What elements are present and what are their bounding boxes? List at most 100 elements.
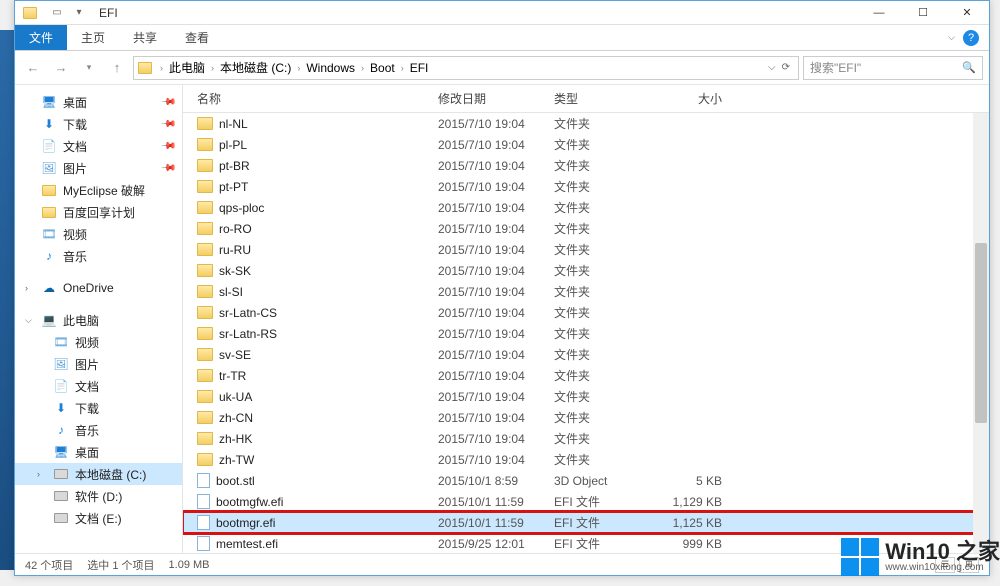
folder-icon: [197, 327, 213, 340]
col-date[interactable]: 修改日期: [438, 90, 554, 107]
crumb-windows[interactable]: Windows: [304, 61, 357, 75]
crumb-c[interactable]: 本地磁盘 (C:): [218, 59, 293, 76]
sidebar-pc-item[interactable]: 软件 (D:): [15, 485, 182, 507]
file-name: sl-SI: [219, 285, 243, 299]
ribbon-tab-home[interactable]: 主页: [67, 25, 119, 50]
view-large-button[interactable]: ⊞: [959, 557, 979, 573]
file-row[interactable]: sl-SI 2015/7/10 19:04 文件夹: [183, 281, 989, 302]
file-row[interactable]: qps-ploc 2015/7/10 19:04 文件夹: [183, 197, 989, 218]
file-row[interactable]: uk-UA 2015/7/10 19:04 文件夹: [183, 386, 989, 407]
sidebar-pc-item[interactable]: 📄文档: [15, 375, 182, 397]
sidebar-pc-item[interactable]: 🎞视频: [15, 331, 182, 353]
file-row[interactable]: ro-RO 2015/7/10 19:04 文件夹: [183, 218, 989, 239]
video-icon: 🎞: [53, 335, 69, 349]
file-icon: [197, 536, 210, 551]
nav-recent-button[interactable]: ▾: [77, 56, 101, 80]
file-name: zh-TW: [219, 453, 254, 467]
address-bar[interactable]: › 此电脑› 本地磁盘 (C:)› Windows› Boot› EFI ⌵ ⟳: [133, 56, 799, 80]
sidebar-quick-item[interactable]: ⬇下载📌: [15, 113, 182, 135]
help-icon[interactable]: ?: [963, 30, 979, 46]
file-type: 文件夹: [554, 178, 662, 195]
file-row[interactable]: boot.stl 2015/10/1 8:59 3D Object 5 KB: [183, 470, 989, 491]
refresh-icon[interactable]: ⟳: [782, 62, 790, 73]
file-row[interactable]: sk-SK 2015/7/10 19:04 文件夹: [183, 260, 989, 281]
col-name[interactable]: 名称: [183, 90, 438, 107]
nav-forward-button[interactable]: →: [49, 56, 73, 80]
file-date: 2015/7/10 19:04: [438, 243, 554, 257]
view-details-button[interactable]: ☰: [935, 557, 955, 573]
sidebar-quick-item[interactable]: 🖼图片📌: [15, 157, 182, 179]
sidebar-quick-item[interactable]: 百度回享计划: [15, 201, 182, 223]
file-row[interactable]: bootmgfw.efi 2015/10/1 11:59 EFI 文件 1,12…: [183, 491, 989, 512]
file-row[interactable]: nl-NL 2015/7/10 19:04 文件夹: [183, 113, 989, 134]
file-row[interactable]: bootmgr.efi 2015/10/1 11:59 EFI 文件 1,125…: [183, 512, 989, 533]
file-type: 文件夹: [554, 346, 662, 363]
status-size: 1.09 MB: [169, 559, 210, 571]
crumb-boot[interactable]: Boot: [368, 61, 397, 75]
file-date: 2015/7/10 19:04: [438, 180, 554, 194]
col-size[interactable]: 大小: [662, 90, 732, 107]
folder-icon: [197, 369, 213, 382]
file-size: 999 KB: [662, 537, 732, 551]
sidebar-quick-item[interactable]: 📄文档📌: [15, 135, 182, 157]
file-row[interactable]: sr-Latn-RS 2015/7/10 19:04 文件夹: [183, 323, 989, 344]
file-size: 1,129 KB: [662, 495, 732, 509]
file-name: nl-NL: [219, 117, 248, 131]
file-icon: [197, 473, 210, 488]
status-selected: 选中 1 个项目: [87, 557, 154, 573]
ribbon-tab-file[interactable]: 文件: [15, 25, 67, 50]
sidebar-pc-item[interactable]: 文档 (E:): [15, 507, 182, 529]
col-type[interactable]: 类型: [554, 90, 662, 107]
file-row[interactable]: ru-RU 2015/7/10 19:04 文件夹: [183, 239, 989, 260]
nav-up-button[interactable]: ↑: [105, 56, 129, 80]
sidebar-quick-item[interactable]: MyEclipse 破解: [15, 179, 182, 201]
folder-icon: [197, 243, 213, 256]
file-date: 2015/7/10 19:04: [438, 432, 554, 446]
file-type: 文件夹: [554, 388, 662, 405]
pin-icon: 📌: [159, 160, 176, 177]
folder-icon: [197, 117, 213, 130]
file-row[interactable]: sv-SE 2015/7/10 19:04 文件夹: [183, 344, 989, 365]
ribbon-tab-view[interactable]: 查看: [171, 25, 223, 50]
sidebar-quick-item[interactable]: 🖥桌面📌: [15, 91, 182, 113]
file-row[interactable]: pl-PL 2015/7/10 19:04 文件夹: [183, 134, 989, 155]
file-row[interactable]: memtest.efi 2015/9/25 12:01 EFI 文件 999 K…: [183, 533, 989, 553]
address-icon: [138, 62, 152, 74]
file-row[interactable]: pt-BR 2015/7/10 19:04 文件夹: [183, 155, 989, 176]
close-button[interactable]: ✕: [945, 1, 989, 25]
qat-newfolder-icon[interactable]: ▾: [69, 3, 89, 23]
file-row[interactable]: tr-TR 2015/7/10 19:04 文件夹: [183, 365, 989, 386]
nav-back-button[interactable]: ←: [21, 56, 45, 80]
crumb-efi[interactable]: EFI: [408, 61, 431, 75]
file-icon: [197, 515, 210, 530]
address-dropdown-icon[interactable]: ⌵: [768, 62, 776, 73]
sidebar-pc-item[interactable]: ›本地磁盘 (C:): [15, 463, 182, 485]
file-row[interactable]: sr-Latn-CS 2015/7/10 19:04 文件夹: [183, 302, 989, 323]
file-date: 2015/7/10 19:04: [438, 390, 554, 404]
sidebar-onedrive[interactable]: ›☁OneDrive: [15, 277, 182, 299]
file-row[interactable]: zh-CN 2015/7/10 19:04 文件夹: [183, 407, 989, 428]
maximize-button[interactable]: ☐: [901, 1, 945, 25]
file-row[interactable]: zh-TW 2015/7/10 19:04 文件夹: [183, 449, 989, 470]
folder-icon: [197, 348, 213, 361]
music-icon: ♪: [41, 249, 57, 263]
doc-icon: 📄: [41, 139, 57, 153]
sidebar-pc-item[interactable]: 🖥桌面: [15, 441, 182, 463]
crumb-pc[interactable]: 此电脑: [167, 59, 207, 76]
sidebar-pc-item[interactable]: ♪音乐: [15, 419, 182, 441]
search-input[interactable]: 搜索"EFI" 🔍: [803, 56, 983, 80]
ribbon-tab-share[interactable]: 共享: [119, 25, 171, 50]
ribbon-expand-icon[interactable]: ⌵: [948, 32, 955, 43]
sidebar-pc-item[interactable]: ⬇下载: [15, 397, 182, 419]
qat-props-icon[interactable]: ▭: [47, 3, 67, 23]
file-name: bootmgr.efi: [216, 516, 275, 530]
file-row[interactable]: pt-PT 2015/7/10 19:04 文件夹: [183, 176, 989, 197]
sidebar-pc-item[interactable]: 🖼图片: [15, 353, 182, 375]
minimize-button[interactable]: —: [857, 1, 901, 25]
sidebar-thispc[interactable]: ⌵💻此电脑: [15, 309, 182, 331]
file-row[interactable]: zh-HK 2015/7/10 19:04 文件夹: [183, 428, 989, 449]
vertical-scrollbar[interactable]: [973, 113, 989, 553]
sidebar-quick-item[interactable]: ♪音乐: [15, 245, 182, 267]
sidebar-quick-item[interactable]: 🎞视频: [15, 223, 182, 245]
scroll-thumb[interactable]: [975, 243, 987, 423]
